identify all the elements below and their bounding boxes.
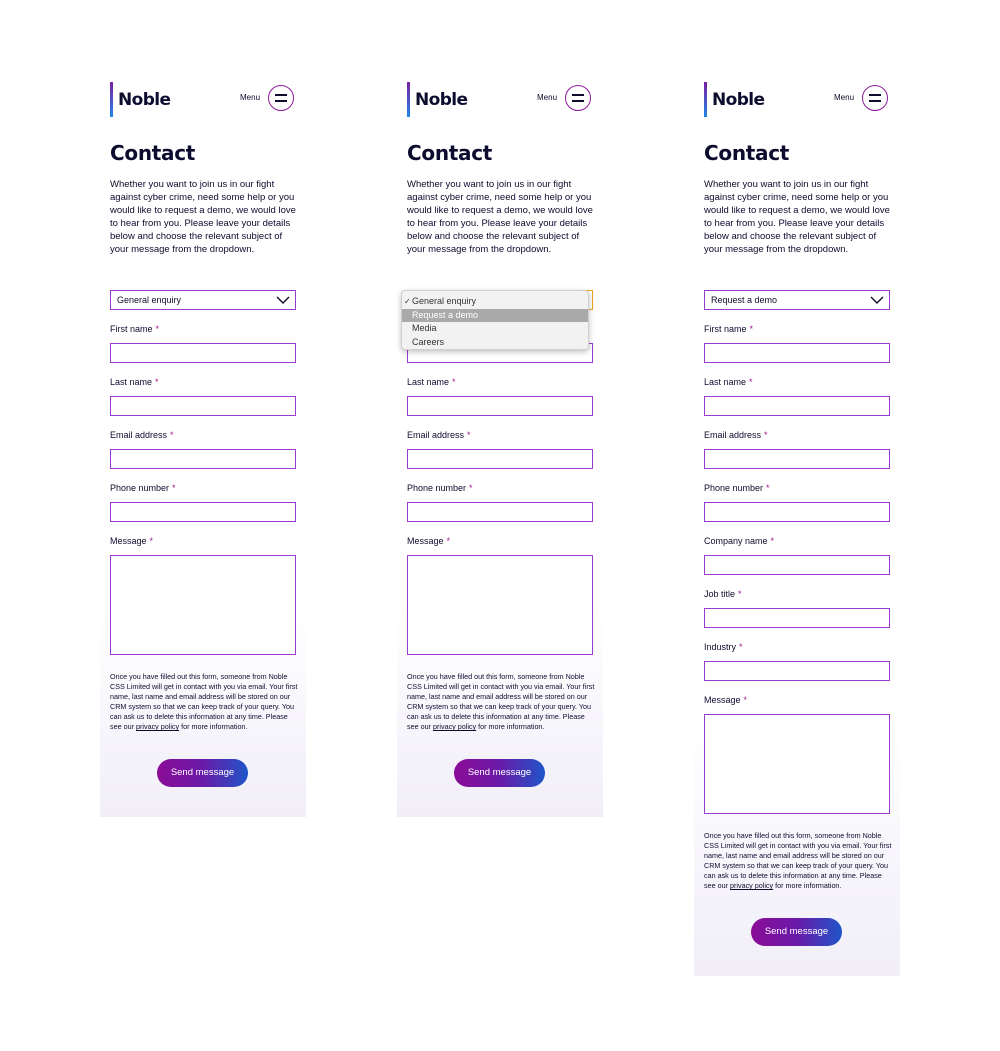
last-name-label: Last name * bbox=[407, 377, 456, 387]
chevron-down-icon bbox=[870, 296, 884, 304]
email-label: Email address * bbox=[110, 430, 174, 440]
send-message-button[interactable]: Send message bbox=[157, 759, 248, 787]
hamburger-icon-line bbox=[869, 100, 881, 102]
dropdown-option-label: Careers bbox=[412, 336, 445, 347]
company-name-input[interactable] bbox=[704, 555, 890, 575]
subject-select-value: Request a demo bbox=[711, 295, 778, 305]
message-label: Message * bbox=[110, 536, 154, 546]
last-name-label: Last name * bbox=[110, 377, 159, 387]
logo-text: Noble bbox=[712, 89, 765, 110]
privacy-notice: Once you have filled out this form, some… bbox=[110, 672, 298, 731]
subject-select[interactable]: General enquiry bbox=[110, 290, 296, 310]
subject-select[interactable]: Request a demo bbox=[704, 290, 890, 310]
subject-dropdown-menu: ✓ General enquiry Request a demo Media C… bbox=[401, 290, 589, 350]
dropdown-option-careers[interactable]: Careers bbox=[402, 336, 588, 350]
menu-button[interactable] bbox=[268, 85, 294, 111]
logo[interactable]: Noble bbox=[407, 82, 468, 117]
privacy-notice: Once you have filled out this form, some… bbox=[704, 831, 892, 890]
menu-label: Menu bbox=[240, 93, 261, 102]
email-input[interactable] bbox=[407, 449, 593, 469]
hamburger-icon-line bbox=[275, 100, 287, 102]
message-label: Message * bbox=[704, 695, 748, 705]
last-name-input[interactable] bbox=[704, 396, 890, 416]
dropdown-option-label: General enquiry bbox=[412, 296, 477, 306]
logo-text: Noble bbox=[415, 89, 468, 110]
menu-button[interactable] bbox=[565, 85, 591, 111]
message-textarea[interactable] bbox=[704, 714, 890, 814]
logo-bar-icon bbox=[110, 82, 113, 117]
first-name-input[interactable] bbox=[704, 343, 890, 363]
intro-text: Whether you want to join us in our fight… bbox=[704, 179, 890, 255]
send-message-button[interactable]: Send message bbox=[454, 759, 545, 787]
email-label: Email address * bbox=[407, 430, 471, 440]
contact-screen-default: Noble Menu Contact Whether you want to j… bbox=[100, 77, 306, 817]
menu-label: Menu bbox=[537, 93, 558, 102]
intro-text: Whether you want to join us in our fight… bbox=[407, 179, 593, 255]
last-name-input[interactable] bbox=[110, 396, 296, 416]
email-input[interactable] bbox=[704, 449, 890, 469]
menu-button[interactable] bbox=[862, 85, 888, 111]
phone-label: Phone number * bbox=[110, 483, 176, 493]
logo-text: Noble bbox=[118, 89, 171, 110]
checkmark-icon: ✓ bbox=[404, 297, 411, 306]
job-title-input[interactable] bbox=[704, 608, 890, 628]
site-header: Noble Menu bbox=[397, 77, 603, 122]
dropdown-option-general-enquiry[interactable]: ✓ General enquiry bbox=[402, 295, 588, 309]
hamburger-icon-line bbox=[572, 100, 584, 102]
job-title-label: Job title * bbox=[704, 589, 742, 599]
dropdown-option-label: Request a demo bbox=[412, 309, 479, 320]
last-name-input[interactable] bbox=[407, 396, 593, 416]
site-header: Noble Menu bbox=[694, 77, 900, 122]
page-title: Contact bbox=[704, 141, 790, 165]
contact-screen-request-demo: Noble Menu Contact Whether you want to j… bbox=[694, 77, 900, 976]
page-title: Contact bbox=[407, 141, 493, 165]
message-label: Message * bbox=[407, 536, 451, 546]
phone-input[interactable] bbox=[407, 502, 593, 522]
email-input[interactable] bbox=[110, 449, 296, 469]
privacy-notice: Once you have filled out this form, some… bbox=[407, 672, 595, 731]
last-name-label: Last name * bbox=[704, 377, 753, 387]
industry-input[interactable] bbox=[704, 661, 890, 681]
contact-screen-dropdown-open: Noble Menu Contact Whether you want to j… bbox=[397, 77, 603, 817]
first-name-label: First name * bbox=[704, 324, 754, 334]
page-title: Contact bbox=[110, 141, 196, 165]
chevron-down-icon bbox=[276, 296, 290, 304]
industry-label: Industry * bbox=[704, 642, 743, 652]
phone-input[interactable] bbox=[704, 502, 890, 522]
privacy-policy-link[interactable]: privacy policy bbox=[136, 722, 179, 731]
dropdown-option-media[interactable]: Media bbox=[402, 322, 588, 336]
message-textarea[interactable] bbox=[110, 555, 296, 655]
first-name-label: First name * bbox=[110, 324, 160, 334]
email-label: Email address * bbox=[704, 430, 768, 440]
logo[interactable]: Noble bbox=[704, 82, 765, 117]
hamburger-icon bbox=[869, 94, 881, 96]
logo[interactable]: Noble bbox=[110, 82, 171, 117]
site-header: Noble Menu bbox=[100, 77, 306, 122]
dropdown-option-label: Media bbox=[412, 323, 437, 333]
logo-bar-icon bbox=[407, 82, 410, 117]
phone-input[interactable] bbox=[110, 502, 296, 522]
privacy-policy-link[interactable]: privacy policy bbox=[433, 722, 476, 731]
menu-label: Menu bbox=[834, 93, 855, 102]
logo-bar-icon bbox=[704, 82, 707, 117]
subject-select-value: General enquiry bbox=[117, 295, 182, 305]
message-textarea[interactable] bbox=[407, 555, 593, 655]
hamburger-icon bbox=[572, 94, 584, 96]
hamburger-icon bbox=[275, 94, 287, 96]
phone-label: Phone number * bbox=[407, 483, 473, 493]
intro-text: Whether you want to join us in our fight… bbox=[110, 179, 296, 255]
company-name-label: Company name * bbox=[704, 536, 775, 546]
send-message-button[interactable]: Send message bbox=[751, 918, 842, 946]
privacy-policy-link[interactable]: privacy policy bbox=[730, 881, 773, 890]
dropdown-option-request-demo[interactable]: Request a demo bbox=[402, 308, 588, 322]
first-name-input[interactable] bbox=[110, 343, 296, 363]
phone-label: Phone number * bbox=[704, 483, 770, 493]
